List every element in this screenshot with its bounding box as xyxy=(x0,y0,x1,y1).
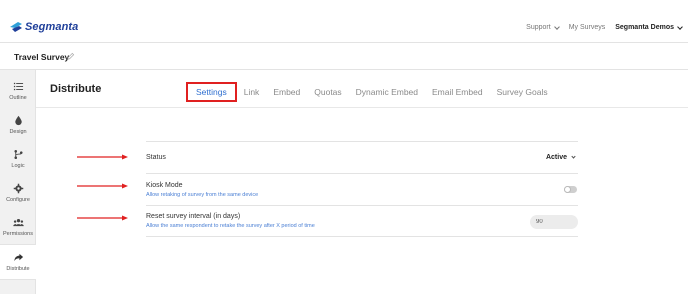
sidebar-item-distribute[interactable]: Distribute xyxy=(0,244,36,280)
sidebar-item-design[interactable]: Design xyxy=(0,108,36,142)
sidebar-item-configure[interactable]: Configure xyxy=(0,176,36,210)
sidebar-item-permissions[interactable]: Permissions xyxy=(0,210,36,244)
branch-icon xyxy=(13,150,23,159)
reset-interval-description: Allow the same respondent to retake the … xyxy=(146,223,315,229)
survey-title-row: Travel Survey xyxy=(0,43,688,70)
top-navigation: Support My Surveys Segmanta Demos xyxy=(526,23,683,31)
chevron-down-icon xyxy=(553,23,560,30)
tab-email-embed[interactable]: Email Embed xyxy=(425,84,490,100)
reset-interval-input[interactable] xyxy=(530,215,578,229)
toggle-knob xyxy=(564,186,571,193)
chevron-down-icon xyxy=(571,154,576,159)
support-menu[interactable]: Support xyxy=(526,23,560,31)
sidebar-item-label: Logic xyxy=(11,163,25,169)
reset-interval-label: Reset survey interval (in days) xyxy=(146,213,241,220)
sidebar-item-label: Distribute xyxy=(6,266,30,272)
distribute-tabs: Settings Link Embed Quotas Dynamic Embed… xyxy=(186,82,555,102)
annotation-arrow xyxy=(77,154,128,160)
brand-name: Segmanta xyxy=(25,21,79,33)
list-icon xyxy=(13,82,23,91)
support-label: Support xyxy=(526,24,551,31)
kiosk-mode-toggle[interactable] xyxy=(564,186,577,193)
status-label: Status xyxy=(146,154,166,161)
status-dropdown[interactable]: Active xyxy=(545,154,576,161)
pencil-icon[interactable] xyxy=(66,52,75,61)
brand-logo[interactable]: Segmanta xyxy=(9,20,78,34)
account-menu[interactable]: Segmanta Demos xyxy=(615,23,683,31)
survey-title: Travel Survey xyxy=(14,52,70,62)
distribute-settings-panel: Status Active Kiosk Mode Allow retaking … xyxy=(146,141,578,237)
kiosk-mode-description: Allow retaking of survey from the same d… xyxy=(146,192,259,198)
my-surveys-link[interactable]: My Surveys xyxy=(569,24,606,31)
tab-embed[interactable]: Embed xyxy=(266,84,307,100)
sidebar-item-label: Outline xyxy=(9,95,27,101)
reset-interval-row: Reset survey interval (in days) Allow th… xyxy=(146,205,578,237)
annotation-arrow xyxy=(77,215,128,221)
gear-icon xyxy=(13,183,23,194)
annotation-arrow xyxy=(77,183,128,189)
sidebar-item-logic[interactable]: Logic xyxy=(0,142,36,176)
status-row: Status Active xyxy=(146,141,578,173)
sidebar-item-label: Permissions xyxy=(3,231,33,237)
chevron-down-icon xyxy=(677,23,683,30)
status-value: Active xyxy=(545,154,567,161)
account-label: Segmanta Demos xyxy=(615,24,674,31)
share-icon xyxy=(13,253,23,262)
kiosk-mode-label: Kiosk Mode xyxy=(146,182,183,189)
sidebar: Outline Design Logic Configure Permissio… xyxy=(0,70,36,294)
distribute-header: Distribute Settings Link Embed Quotas Dy… xyxy=(36,70,688,108)
sidebar-item-label: Configure xyxy=(6,197,30,203)
sidebar-item-label: Design xyxy=(9,129,27,135)
sidebar-item-outline[interactable]: Outline xyxy=(0,74,36,108)
page-title: Distribute xyxy=(50,83,102,95)
tab-survey-goals[interactable]: Survey Goals xyxy=(490,84,555,100)
tab-link[interactable]: Link xyxy=(237,84,267,100)
drop-icon xyxy=(14,115,22,126)
segmanta-logo-icon xyxy=(10,22,22,32)
tab-quotas[interactable]: Quotas xyxy=(307,84,348,100)
top-bar: Segmanta Support My Surveys Segmanta Dem… xyxy=(0,0,688,43)
tab-settings[interactable]: Settings xyxy=(186,82,237,102)
tab-dynamic-embed[interactable]: Dynamic Embed xyxy=(349,84,425,100)
kiosk-mode-row: Kiosk Mode Allow retaking of survey from… xyxy=(146,173,578,205)
users-icon xyxy=(12,219,24,227)
